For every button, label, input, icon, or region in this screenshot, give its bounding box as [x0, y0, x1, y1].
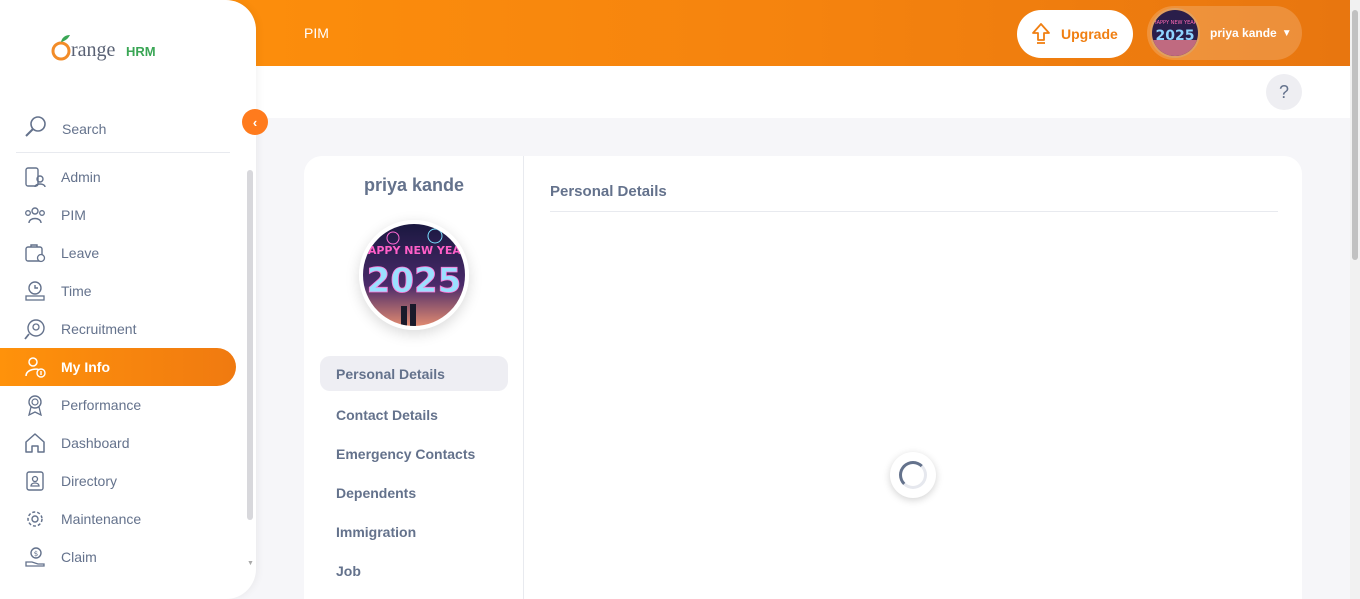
loading-spinner-icon: [890, 452, 936, 498]
sidebar-collapse-button[interactable]: ‹: [242, 109, 268, 135]
tab-personal-details[interactable]: Personal Details: [320, 356, 508, 391]
leave-icon: [24, 242, 46, 264]
sidebar-item-claim[interactable]: $ Claim: [0, 538, 240, 576]
sidebar-item-pim[interactable]: PIM: [0, 196, 240, 234]
sidebar-item-label: Time: [61, 283, 92, 299]
sidebar-item-directory[interactable]: Directory: [0, 462, 240, 500]
sidebar-scrollbar[interactable]: [247, 170, 253, 520]
sidebar-item-label: Claim: [61, 549, 97, 565]
brand-suffix-text: HRM: [126, 44, 156, 59]
user-dropdown[interactable]: HAPPY NEW YEAR 2025 priya kande ▼: [1147, 6, 1302, 60]
sidebar-item-admin[interactable]: Admin: [0, 158, 240, 196]
profile-tabs: Personal Details Contact Details Emergen…: [320, 356, 508, 590]
admin-icon: [24, 166, 46, 188]
tab-contact-details[interactable]: Contact Details: [320, 395, 508, 434]
svg-text:2025: 2025: [1156, 28, 1195, 44]
profile-left-panel: priya kande HAPPY NEW YEAR 2025 Personal…: [304, 156, 524, 599]
sidebar: range HRM Search Admin PIM Leave Time Re…: [0, 0, 256, 599]
time-icon: [24, 280, 46, 302]
user-avatar: HAPPY NEW YEAR 2025: [1150, 8, 1200, 58]
sidebar-item-label: My Info: [61, 359, 110, 375]
directory-icon: [24, 470, 46, 492]
svg-text:HAPPY NEW YEAR: HAPPY NEW YEAR: [1153, 20, 1198, 26]
search-label: Search: [62, 121, 107, 137]
avatar-greeting-text: HAPPY NEW YEAR: [363, 244, 465, 257]
dashboard-icon: [24, 432, 46, 454]
sidebar-item-time[interactable]: Time: [0, 272, 240, 310]
module-title: PIM: [304, 25, 329, 41]
sidebar-search[interactable]: Search: [16, 106, 230, 153]
scroll-down-arrow-icon[interactable]: ▼: [247, 560, 254, 567]
profile-picture[interactable]: HAPPY NEW YEAR 2025: [359, 220, 469, 330]
main-menu: Admin PIM Leave Time Recruitment My Info…: [0, 158, 240, 576]
employee-name: priya kande: [363, 175, 465, 195]
sidebar-item-dashboard[interactable]: Dashboard: [0, 424, 240, 462]
section-title: Personal Details: [550, 183, 667, 200]
sidebar-item-recruitment[interactable]: Recruitment: [0, 310, 240, 348]
sidebar-item-label: Maintenance: [61, 511, 142, 527]
sidebar-item-label: Directory: [61, 473, 118, 489]
brand-prefix-text: range: [71, 39, 116, 61]
avatar-year-text: 2025: [367, 261, 462, 301]
search-icon: [24, 115, 48, 144]
page-scrollbar-thumb[interactable]: [1352, 10, 1358, 260]
sidebar-item-my-info[interactable]: My Info: [0, 348, 236, 386]
sidebar-item-label: Dashboard: [61, 435, 130, 451]
user-name: priya kande: [1210, 26, 1277, 40]
tab-dependents[interactable]: Dependents: [320, 473, 508, 512]
maintenance-icon: [24, 508, 46, 530]
tab-job[interactable]: Job: [320, 551, 508, 590]
chevron-left-icon: ‹: [252, 114, 258, 130]
sidebar-item-leave[interactable]: Leave: [0, 234, 240, 272]
recruitment-icon: [24, 318, 46, 340]
sidebar-item-label: Performance: [61, 397, 142, 413]
sidebar-item-maintenance[interactable]: Maintenance: [0, 500, 240, 538]
upgrade-label: Upgrade: [1061, 26, 1118, 42]
my-info-icon: [24, 356, 46, 378]
upgrade-button[interactable]: Upgrade: [1017, 10, 1133, 58]
pim-icon: [24, 204, 46, 226]
sidebar-item-label: PIM: [61, 207, 86, 223]
sidebar-item-performance[interactable]: Performance: [0, 386, 240, 424]
sidebar-item-label: Admin: [61, 169, 101, 185]
sub-header-bar: [256, 66, 1350, 118]
tab-immigration[interactable]: Immigration: [320, 512, 508, 551]
employee-profile-card: priya kande HAPPY NEW YEAR 2025 Personal…: [304, 156, 1302, 599]
help-button[interactable]: ?: [1266, 74, 1302, 110]
performance-icon: [24, 394, 46, 416]
tab-emergency-contacts[interactable]: Emergency Contacts: [320, 434, 508, 473]
sidebar-item-label: Recruitment: [61, 321, 137, 337]
sidebar-item-label: Leave: [61, 245, 100, 261]
orangehrm-logo[interactable]: range HRM: [50, 32, 170, 66]
claim-icon: $: [24, 546, 46, 568]
upgrade-arrow-icon: [1032, 23, 1050, 44]
caret-down-icon: ▼: [1281, 27, 1292, 39]
svg-text:$: $: [34, 550, 38, 558]
section-divider: [550, 211, 1278, 212]
